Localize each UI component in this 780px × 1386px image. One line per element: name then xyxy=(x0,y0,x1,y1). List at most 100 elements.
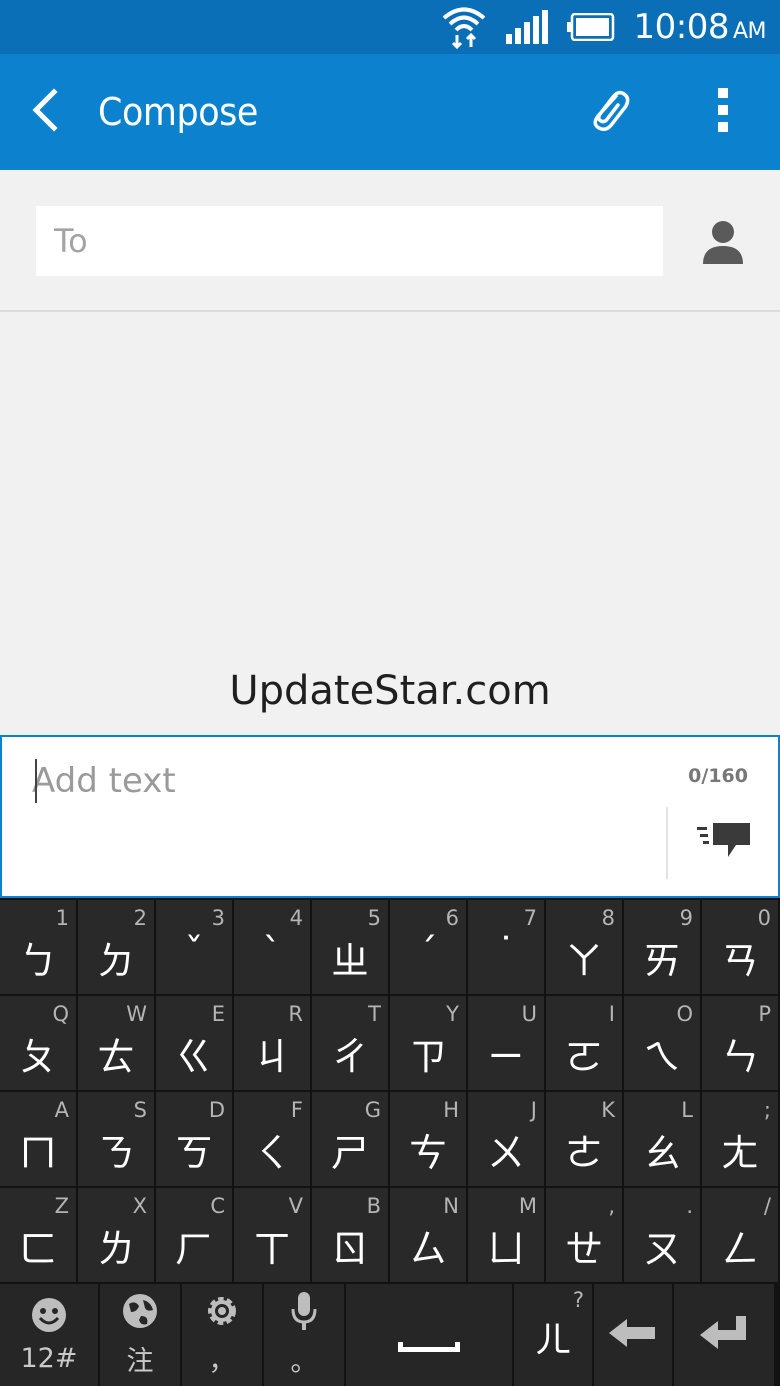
key-glyph: ㄠ xyxy=(642,1131,681,1175)
key[interactable]: ,ㄝ xyxy=(546,1188,622,1282)
watermark: UpdateStar.com xyxy=(229,668,551,714)
key[interactable]: ; ㄤ xyxy=(702,1092,778,1186)
key[interactable]: 6ˊ xyxy=(390,900,466,994)
key-glyph: ㄗ xyxy=(408,1035,447,1079)
key[interactable]: Mㄩ xyxy=(468,1188,544,1282)
key-hint: 6 xyxy=(445,906,459,930)
key-hint: 3 xyxy=(211,906,225,930)
key[interactable]: 2ㄉ xyxy=(78,900,154,994)
battery-icon xyxy=(567,13,615,41)
key[interactable]: 3ˇ xyxy=(156,900,232,994)
key-hint: / xyxy=(763,1194,771,1218)
key-label: 注 xyxy=(126,1346,154,1377)
key-hint: B xyxy=(366,1194,381,1218)
key[interactable]: / ㄥ xyxy=(702,1188,778,1282)
key-glyph: ㄣ xyxy=(720,1035,759,1079)
key[interactable]: Eㄍ xyxy=(156,996,232,1090)
app-bar: Compose xyxy=(0,54,780,170)
key-hint: . xyxy=(686,1194,693,1218)
key-hint: O xyxy=(676,1002,693,1026)
key-label: 。 xyxy=(290,1347,318,1378)
key[interactable]: Xㄌ xyxy=(78,1188,154,1282)
key-hint: 4 xyxy=(289,906,303,930)
key-hint: ; xyxy=(763,1098,771,1122)
enter-icon xyxy=(700,1315,748,1355)
text-cursor xyxy=(35,759,37,803)
back-arrow-icon xyxy=(28,87,62,137)
key[interactable]: Pㄣ xyxy=(702,996,778,1090)
key[interactable]: Gㄕ xyxy=(312,1092,388,1186)
key[interactable]: Kㄜ xyxy=(546,1092,622,1186)
key-glyph: ㄑ xyxy=(252,1131,291,1175)
key[interactable]: Nㄙ xyxy=(390,1188,466,1282)
key[interactable]: Hㄘ xyxy=(390,1092,466,1186)
key-label: ， xyxy=(208,1346,236,1377)
key-glyph: ㄧ xyxy=(486,1035,525,1079)
more-options-button[interactable] xyxy=(700,80,746,144)
microphone-key[interactable]: 。 xyxy=(264,1284,344,1386)
key-hint: H xyxy=(443,1098,459,1122)
key-glyph: ㄩ xyxy=(486,1227,525,1271)
contact-picker-button[interactable] xyxy=(694,214,752,272)
key-glyph: ㄕ xyxy=(330,1131,369,1175)
key[interactable]: 8ㄚ xyxy=(546,900,622,994)
globe-key[interactable]: 注 xyxy=(100,1284,180,1386)
key[interactable]: Cㄏ xyxy=(156,1188,232,1282)
key-glyph: ㄇ xyxy=(18,1131,57,1175)
settings-key[interactable]: ， xyxy=(182,1284,262,1386)
space-key[interactable] xyxy=(346,1284,512,1386)
key[interactable]: Tㄔ xyxy=(312,996,388,1090)
key-glyph: ㄟ xyxy=(642,1035,681,1079)
key[interactable]: 7 ˙ xyxy=(468,900,544,994)
key-glyph: ㄉ xyxy=(96,939,135,983)
send-button[interactable] xyxy=(695,822,753,864)
back-button[interactable] xyxy=(0,54,90,170)
key[interactable]: .ㄡ xyxy=(624,1188,700,1282)
key[interactable]: Zㄈ xyxy=(0,1188,76,1282)
enter-key[interactable] xyxy=(674,1284,774,1386)
divider xyxy=(666,807,668,879)
attach-button[interactable] xyxy=(576,80,640,144)
key-hint: , xyxy=(608,1194,615,1218)
key[interactable]: Uㄧ xyxy=(468,996,544,1090)
clock: 10:08 AM xyxy=(633,7,766,47)
key-glyph: ㄊ xyxy=(96,1035,135,1079)
key-glyph: ˊ xyxy=(418,930,438,974)
key[interactable]: Sㄋ xyxy=(78,1092,154,1186)
er-key[interactable]: ㄦ? xyxy=(514,1284,592,1386)
message-input[interactable] xyxy=(32,755,652,807)
character-counter: 0/160 xyxy=(688,765,748,787)
key[interactable]: 4ˋ xyxy=(234,900,310,994)
key[interactable]: Rㄐ xyxy=(234,996,310,1090)
key[interactable]: Yㄗ xyxy=(390,996,466,1090)
key-glyph: ㄚ xyxy=(564,939,603,983)
key[interactable]: Wㄊ xyxy=(78,996,154,1090)
to-field[interactable] xyxy=(36,206,663,276)
key[interactable]: Vㄒ xyxy=(234,1188,310,1282)
recipient-row xyxy=(0,170,780,312)
key-glyph: ㄞ xyxy=(642,939,681,983)
key[interactable]: Iㄛ xyxy=(546,996,622,1090)
key[interactable]: Qㄆ xyxy=(0,996,76,1090)
send-message-icon xyxy=(696,822,752,864)
key[interactable]: Fㄑ xyxy=(234,1092,310,1186)
key-glyph: ㄓ xyxy=(330,939,369,983)
person-icon xyxy=(701,218,745,269)
emoji-key[interactable]: 12# xyxy=(0,1284,98,1386)
key[interactable]: 1ㄅ xyxy=(0,900,76,994)
backspace-key[interactable] xyxy=(594,1284,672,1386)
key[interactable]: Lㄠ xyxy=(624,1092,700,1186)
key[interactable]: 9ㄞ xyxy=(624,900,700,994)
key-glyph: ㄤ xyxy=(720,1131,759,1175)
key-glyph: ㄙ xyxy=(408,1227,447,1271)
key-hint: D xyxy=(208,1098,225,1122)
paperclip-icon xyxy=(586,86,630,139)
key[interactable]: 5ㄓ xyxy=(312,900,388,994)
key[interactable]: Dㄎ xyxy=(156,1092,232,1186)
microphone-icon xyxy=(289,1291,319,1336)
key[interactable]: Bㄖ xyxy=(312,1188,388,1282)
key[interactable]: 0ㄢ xyxy=(702,900,778,994)
key[interactable]: Aㄇ xyxy=(0,1092,76,1186)
key[interactable]: Jㄨ xyxy=(468,1092,544,1186)
key[interactable]: Oㄟ xyxy=(624,996,700,1090)
